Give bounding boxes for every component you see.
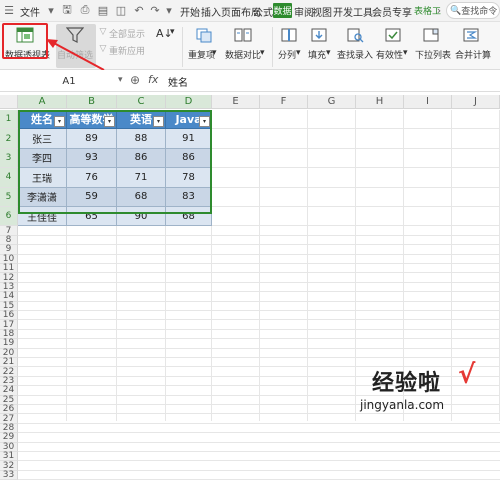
row-gridline	[18, 432, 500, 434]
separator	[272, 27, 273, 67]
row-gridline	[18, 422, 500, 424]
menu-bar: ☰ 文件 ▾ 🖫 ⎙ ▤ ◫ ↶ ↷ ▾ 开始 插入 页面布局 公式 数据 审阅…	[0, 0, 500, 22]
column-header[interactable]: B	[67, 95, 117, 109]
column-header[interactable]: J	[452, 95, 500, 109]
row-header[interactable]: 28	[0, 423, 18, 434]
row-gridline	[18, 460, 500, 462]
row-header[interactable]: 30	[0, 442, 18, 452]
chevron-down-icon[interactable]: ▾	[44, 3, 58, 17]
duplicates-dropdown-icon[interactable]: ▾	[212, 48, 217, 58]
reapply-button[interactable]: 重新应用	[109, 44, 145, 57]
tab-review[interactable]: 审阅	[294, 4, 314, 19]
tab-home[interactable]: 开始	[180, 4, 200, 19]
column-header[interactable]: C	[117, 95, 166, 109]
fill-button[interactable]: 填充	[308, 48, 326, 61]
row-header[interactable]: 5	[0, 187, 18, 207]
row-header[interactable]: 33	[0, 470, 18, 480]
tab-insert[interactable]: 插入	[201, 4, 221, 19]
row-header[interactable]: 29	[0, 432, 18, 443]
sort-dropdown-icon[interactable]: ▾	[170, 27, 175, 37]
column-gridline	[355, 110, 356, 421]
find-entry-button[interactable]: 查找录入	[337, 48, 373, 61]
duplicates-button[interactable]: 重复项	[188, 48, 215, 61]
preview-icon[interactable]: ◫	[114, 3, 128, 17]
name-box[interactable]: A1	[24, 73, 114, 89]
column-header[interactable]: H	[356, 95, 404, 109]
fill-dropdown-icon[interactable]: ▾	[326, 48, 331, 58]
data-compare-dropdown-icon[interactable]: ▾	[260, 48, 265, 58]
split-column-icon	[278, 26, 300, 44]
merge-calc-button[interactable]: 合并计算	[455, 48, 491, 61]
watermark-url: jingyanla.com	[360, 398, 445, 412]
tab-view[interactable]: 视图	[312, 4, 332, 19]
column-header[interactable]: A	[18, 95, 67, 109]
fx-icon[interactable]: fx	[148, 73, 158, 86]
watermark-brand: 经验啦	[372, 370, 442, 396]
merge-calc-icon	[460, 26, 482, 44]
formula-bar: A1 ▾ ⊕ fx 姓名	[0, 70, 500, 92]
row-header[interactable]: 6	[0, 207, 18, 227]
column-header[interactable]: D	[166, 95, 212, 109]
selection-border	[18, 110, 212, 214]
dropdown-list-icon	[420, 26, 442, 44]
find-entry-icon	[344, 26, 366, 44]
save-icon[interactable]: 🖫	[60, 3, 74, 17]
fill-icon	[308, 26, 330, 44]
row-gridline	[18, 469, 500, 471]
column-header[interactable]: I	[404, 95, 452, 109]
row-gridline	[18, 441, 500, 443]
more-icon[interactable]: ▾	[162, 3, 176, 17]
print-icon[interactable]: ▤	[96, 3, 110, 17]
undo-icon[interactable]: ↶	[132, 3, 146, 17]
validity-button[interactable]: 有效性	[376, 48, 403, 61]
row-header[interactable]: 4	[0, 168, 18, 188]
row-header[interactable]: 31	[0, 451, 18, 462]
split-column-dropdown-icon[interactable]: ▾	[296, 48, 301, 58]
menu-icon[interactable]: ☰	[2, 3, 16, 17]
redo-icon[interactable]: ↷	[148, 3, 162, 17]
column-gridline	[259, 110, 260, 421]
tab-developer[interactable]: 开发工具	[333, 4, 373, 19]
chevron-right-icon[interactable]: ›	[432, 3, 446, 17]
export-icon[interactable]: ⎙	[78, 3, 92, 17]
column-gridline	[451, 110, 452, 421]
duplicates-icon	[193, 26, 215, 44]
file-menu[interactable]: 文件	[20, 4, 40, 19]
tab-formula[interactable]: 公式	[253, 4, 273, 19]
zoom-icon[interactable]: ⊕	[130, 73, 140, 87]
tab-member[interactable]: 会员专享	[372, 4, 412, 19]
row-header[interactable]: 27	[0, 414, 18, 424]
column-header[interactable]: F	[260, 95, 308, 109]
name-box-dropdown-icon[interactable]: ▾	[118, 75, 123, 85]
column-header[interactable]: G	[308, 95, 356, 109]
data-compare-icon	[232, 26, 254, 44]
search-icon: 🔍	[450, 5, 462, 16]
row-header[interactable]: 3	[0, 148, 18, 169]
column-gridline	[307, 110, 308, 421]
data-compare-button[interactable]: 数据对比	[225, 48, 261, 61]
split-column-button[interactable]: 分列	[278, 48, 296, 61]
column-header[interactable]: E	[212, 95, 260, 109]
select-all-corner[interactable]	[0, 95, 18, 109]
row-header[interactable]: 1	[0, 110, 18, 130]
validity-dropdown-icon[interactable]: ▾	[403, 48, 408, 58]
tab-data[interactable]: 数据	[273, 3, 292, 18]
show-all-button[interactable]: 全部显示	[109, 27, 145, 40]
validity-icon	[382, 26, 404, 44]
formula-input[interactable]: 姓名	[168, 73, 488, 89]
dropdown-list-button[interactable]: 下拉列表	[415, 48, 451, 61]
row-header[interactable]: 32	[0, 461, 18, 471]
watermark-check-icon: √	[458, 360, 476, 390]
row-header[interactable]: 2	[0, 129, 18, 149]
command-search-label: 查找命令	[461, 7, 498, 17]
separator	[182, 27, 183, 67]
row-gridline	[18, 451, 500, 452]
command-search[interactable]: 🔍 查找命令	[446, 2, 500, 19]
